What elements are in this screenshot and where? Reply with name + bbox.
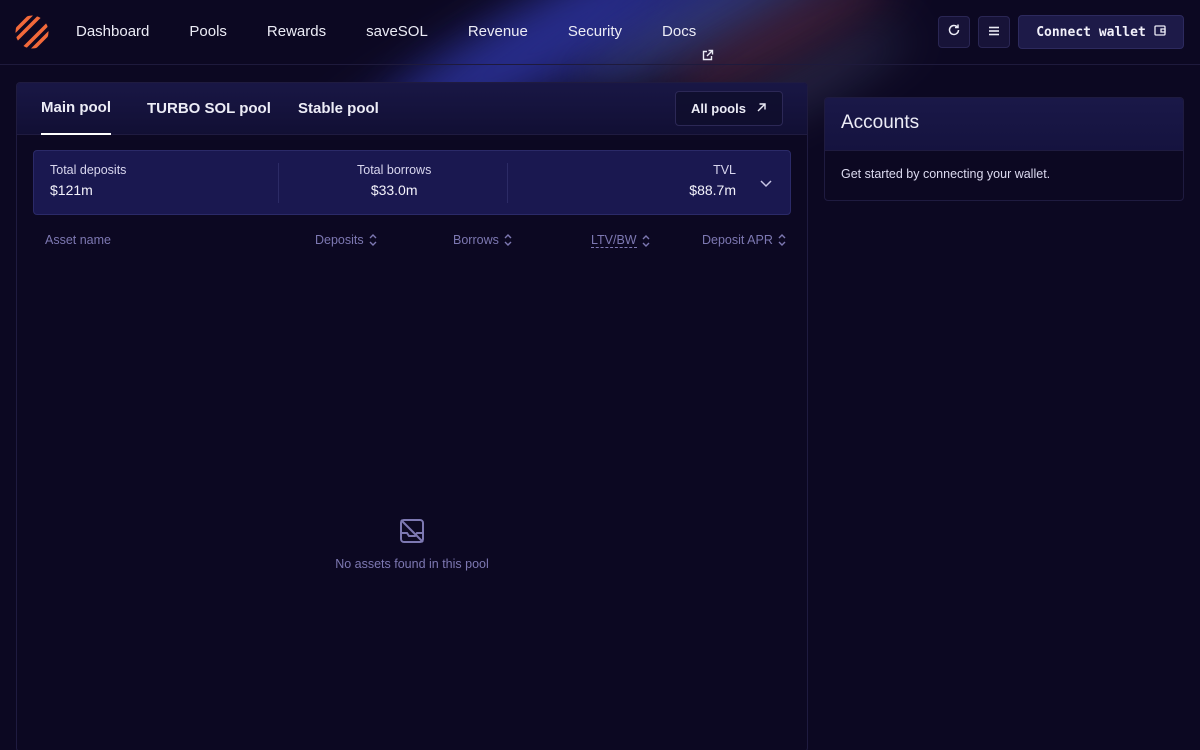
connect-wallet-button[interactable]: Connect wallet [1018,15,1184,49]
all-pools-button[interactable]: All pools [675,91,783,126]
column-deposits-label: Deposits [315,233,364,247]
arrow-up-right-icon [756,101,767,116]
total-borrows-label: Total borrows [357,163,432,177]
column-borrows-label: Borrows [453,233,499,247]
refresh-button[interactable] [938,16,970,48]
external-link-icon [701,26,714,60]
sort-icon [503,233,513,247]
tab-turbo-sol-pool[interactable]: TURBO SOL pool [147,83,271,135]
nav-rewards[interactable]: Rewards [247,0,346,64]
tvl-label: TVL [713,163,736,177]
sort-icon [641,234,651,248]
column-asset-name: Asset name [45,233,111,247]
column-deposit-apr-label: Deposit APR [702,233,773,247]
stat-total-borrows: Total borrows $33.0m [357,163,431,198]
total-deposits-label: Total deposits [50,163,127,177]
inbox-off-icon [398,517,426,545]
main-nav: Dashboard Pools Rewards saveSOL Revenue … [56,0,734,64]
tab-stable-pool[interactable]: Stable pool [298,83,379,135]
nav-docs-label: Docs [662,23,697,40]
column-deposits[interactable]: Deposits [315,233,378,247]
refresh-icon [947,23,961,42]
nav-pools[interactable]: Pools [169,0,247,64]
stat-divider [278,163,279,203]
total-borrows-value: $33.0m [370,182,418,198]
column-ltv-bw-label: LTV/BW [591,233,637,248]
connect-wallet-label: Connect wallet [1036,24,1146,40]
chevron-down-icon[interactable] [758,175,774,191]
top-header: Dashboard Pools Rewards saveSOL Revenue … [0,0,1200,65]
accounts-panel: Accounts Get started by connecting your … [824,97,1184,201]
empty-state-text: No assets found in this pool [335,557,489,571]
all-pools-label: All pools [691,101,746,116]
sort-icon [777,233,787,247]
nav-dashboard[interactable]: Dashboard [56,0,169,64]
empty-state: No assets found in this pool [17,517,807,571]
nav-savesol[interactable]: saveSOL [346,0,448,64]
column-borrows[interactable]: Borrows [453,233,513,247]
column-ltv-bw[interactable]: LTV/BW [591,233,651,248]
accounts-message: Get started by connecting your wallet. [841,167,1051,181]
pool-stats: Total deposits $121m Total borrows $33.0… [33,150,791,215]
menu-button[interactable] [978,16,1010,48]
wallet-icon [1154,24,1166,40]
nav-docs[interactable]: Docs [642,0,734,64]
pool-panel: Main pool TURBO SOL pool Stable pool All… [16,82,808,750]
total-deposits-value: $121m [50,182,93,198]
stat-total-deposits: Total deposits $121m [50,163,126,198]
nav-revenue[interactable]: Revenue [448,0,548,64]
accounts-title: Accounts [825,98,1183,151]
stat-tvl: TVL $88.7m [689,163,736,198]
column-deposit-apr[interactable]: Deposit APR [702,233,787,247]
stat-divider [507,163,508,203]
tab-main-pool[interactable]: Main pool [41,83,111,135]
sort-icon [368,233,378,247]
column-asset-name-label: Asset name [45,233,112,247]
menu-icon [988,23,1000,41]
logo-icon[interactable] [15,15,49,49]
tvl-value: $88.7m [689,182,736,198]
nav-security[interactable]: Security [548,0,642,64]
pool-tabs: Main pool TURBO SOL pool Stable pool All… [17,83,807,135]
